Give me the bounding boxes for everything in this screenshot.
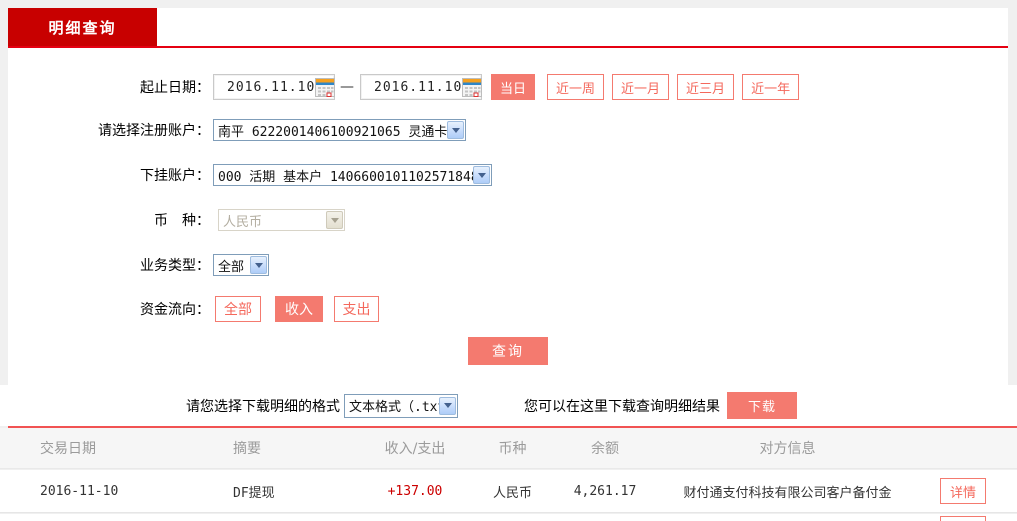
download-hint: 您可以在这里下载查询明细结果	[524, 396, 720, 416]
currency-row: 币 种： 人民币	[8, 209, 1008, 231]
header-summary: 摘要	[233, 438, 355, 458]
tab-underline	[8, 46, 1008, 48]
business-type-select[interactable]: 全部	[213, 254, 269, 276]
header-currency: 币种	[475, 438, 550, 458]
cell-date: 2016-11-10	[40, 484, 233, 499]
start-date-value: 2016.11.10	[214, 80, 315, 95]
register-account-row: 请选择注册账户： 南平 6222001406100921065 灵通卡	[8, 119, 1008, 141]
calendar-icon[interactable]	[462, 78, 482, 97]
query-button[interactable]: 查询	[468, 337, 548, 365]
detail-button-partial[interactable]	[940, 516, 986, 521]
date-range-label: 起止日期：	[8, 77, 210, 97]
currency-label: 币 种：	[8, 210, 210, 230]
register-account-value: 南平 6222001406100921065 灵通卡	[214, 121, 447, 140]
download-format-select[interactable]: 文本格式（.txt）	[344, 394, 458, 418]
detail-query-page: 明细查询 起止日期： 2016.11.10 —	[0, 0, 1017, 521]
header-counterparty: 对方信息	[660, 438, 915, 458]
tab-detail-query[interactable]: 明细查询	[8, 8, 157, 46]
business-type-row: 业务类型： 全部	[8, 254, 1008, 276]
quick-range-quarter-button[interactable]: 近三月	[677, 74, 734, 100]
chevron-down-icon[interactable]	[473, 166, 490, 184]
sub-account-value: 000 活期 基本户 1406600101102571848	[214, 166, 473, 185]
register-account-label: 请选择注册账户：	[8, 120, 210, 140]
detail-button[interactable]: 详情	[940, 478, 986, 504]
form-panel: 明细查询 起止日期： 2016.11.10 —	[8, 8, 1008, 385]
sub-account-label: 下挂账户：	[8, 165, 210, 185]
chevron-down-icon[interactable]	[447, 121, 464, 139]
cell-balance: 4,261.17	[550, 484, 660, 499]
fund-flow-row: 资金流向： 全部 收入 支出	[8, 296, 1008, 322]
download-format-label: 请您选择下载明细的格式	[186, 396, 340, 416]
chevron-down-icon	[326, 211, 343, 229]
sub-account-row: 下挂账户： 000 活期 基本户 1406600101102571848	[8, 164, 1008, 186]
chevron-down-icon[interactable]	[439, 397, 456, 415]
fund-flow-all-button[interactable]: 全部	[215, 296, 261, 322]
fund-flow-expense-button[interactable]: 支出	[334, 296, 379, 322]
download-button[interactable]: 下载	[727, 392, 797, 419]
download-band: 请您选择下载明细的格式 文本格式（.txt） 您可以在这里下载查询明细结果 下载	[0, 385, 1017, 426]
table-row: 2016-11-10 DF提现 +137.00 人民币 4,261.17 财付通…	[0, 470, 1017, 513]
quick-range-year-button[interactable]: 近一年	[742, 74, 799, 100]
date-range-row: 起止日期： 2016.11.10 — 2016.11.10	[8, 74, 1008, 100]
quick-range-today-button[interactable]: 当日	[491, 74, 535, 100]
calendar-icon[interactable]	[315, 78, 335, 97]
fund-flow-income-button[interactable]: 收入	[275, 296, 323, 322]
start-date-input[interactable]: 2016.11.10	[213, 74, 335, 100]
header-amount: 收入/支出	[355, 438, 475, 458]
currency-value: 人民币	[219, 211, 326, 230]
sub-account-select[interactable]: 000 活期 基本户 1406600101102571848	[213, 164, 492, 186]
table-row-partial	[0, 514, 1017, 521]
download-format-value: 文本格式（.txt）	[345, 396, 439, 415]
business-type-label: 业务类型：	[8, 255, 210, 275]
end-date-value: 2016.11.10	[361, 80, 462, 95]
header-balance: 余额	[550, 438, 660, 458]
date-range-separator: —	[340, 79, 354, 95]
header-date: 交易日期	[40, 438, 233, 458]
cell-counterparty: 财付通支付科技有限公司客户备付金	[660, 482, 915, 501]
currency-select: 人民币	[218, 209, 345, 231]
chevron-down-icon[interactable]	[250, 256, 267, 274]
end-date-input[interactable]: 2016.11.10	[360, 74, 482, 100]
quick-range-month-button[interactable]: 近一月	[612, 74, 669, 100]
register-account-select[interactable]: 南平 6222001406100921065 灵通卡	[213, 119, 466, 141]
quick-range-week-button[interactable]: 近一周	[547, 74, 604, 100]
cell-summary: DF提现	[233, 482, 355, 501]
cell-currency: 人民币	[475, 482, 550, 501]
table-header: 交易日期 摘要 收入/支出 币种 余额 对方信息	[0, 428, 1017, 469]
fund-flow-label: 资金流向：	[8, 299, 210, 319]
cell-amount: +137.00	[355, 484, 475, 499]
business-type-value: 全部	[214, 256, 250, 275]
